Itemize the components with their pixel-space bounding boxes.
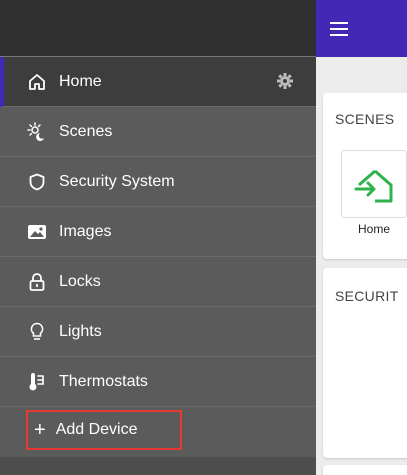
- home-arrow-icon: [354, 169, 393, 203]
- bulb-icon: [27, 322, 47, 342]
- drawer-footer: [0, 457, 316, 475]
- card-partial: [323, 465, 407, 475]
- scene-tile-home[interactable]: [341, 150, 407, 218]
- home-icon: [27, 72, 47, 92]
- add-device-label: Add Device: [55, 421, 138, 438]
- nav-item-label: Security System: [59, 172, 175, 190]
- nav-item-label: Scenes: [59, 122, 113, 140]
- thermostat-icon: [27, 372, 47, 392]
- nav-item-label: Images: [59, 222, 112, 240]
- navigation-drawer: Home Scenes Security System Images Locks…: [0, 0, 316, 475]
- nav-item-scenes[interactable]: Scenes: [0, 107, 316, 157]
- nav-item-home[interactable]: Home: [0, 57, 316, 107]
- nav-item-label: Lights: [59, 322, 102, 340]
- nav-item-images[interactable]: Images: [0, 207, 316, 257]
- security-card-title: SECURIT: [335, 288, 399, 304]
- nav-item-label: Thermostats: [59, 372, 148, 390]
- lock-icon: [27, 272, 47, 292]
- gear-icon[interactable]: [276, 72, 294, 90]
- shield-icon: [27, 172, 47, 192]
- plus-icon: +: [34, 419, 46, 441]
- security-card: SECURIT: [323, 268, 407, 458]
- drawer-header: [0, 0, 316, 57]
- scenes-card-title: SCENES: [335, 111, 395, 127]
- add-device-button[interactable]: + Add Device: [26, 410, 182, 450]
- scenes-icon: [27, 121, 47, 142]
- nav-item-lights[interactable]: Lights: [0, 307, 316, 357]
- hamburger-icon[interactable]: [330, 18, 352, 38]
- image-icon: [27, 222, 47, 242]
- nav-item-locks[interactable]: Locks: [0, 257, 316, 307]
- scene-tile-label: Home: [357, 222, 390, 236]
- nav-item-thermostats[interactable]: Thermostats: [0, 357, 316, 407]
- nav-item-label: Locks: [59, 272, 101, 290]
- nav-item-security-system[interactable]: Security System: [0, 157, 316, 207]
